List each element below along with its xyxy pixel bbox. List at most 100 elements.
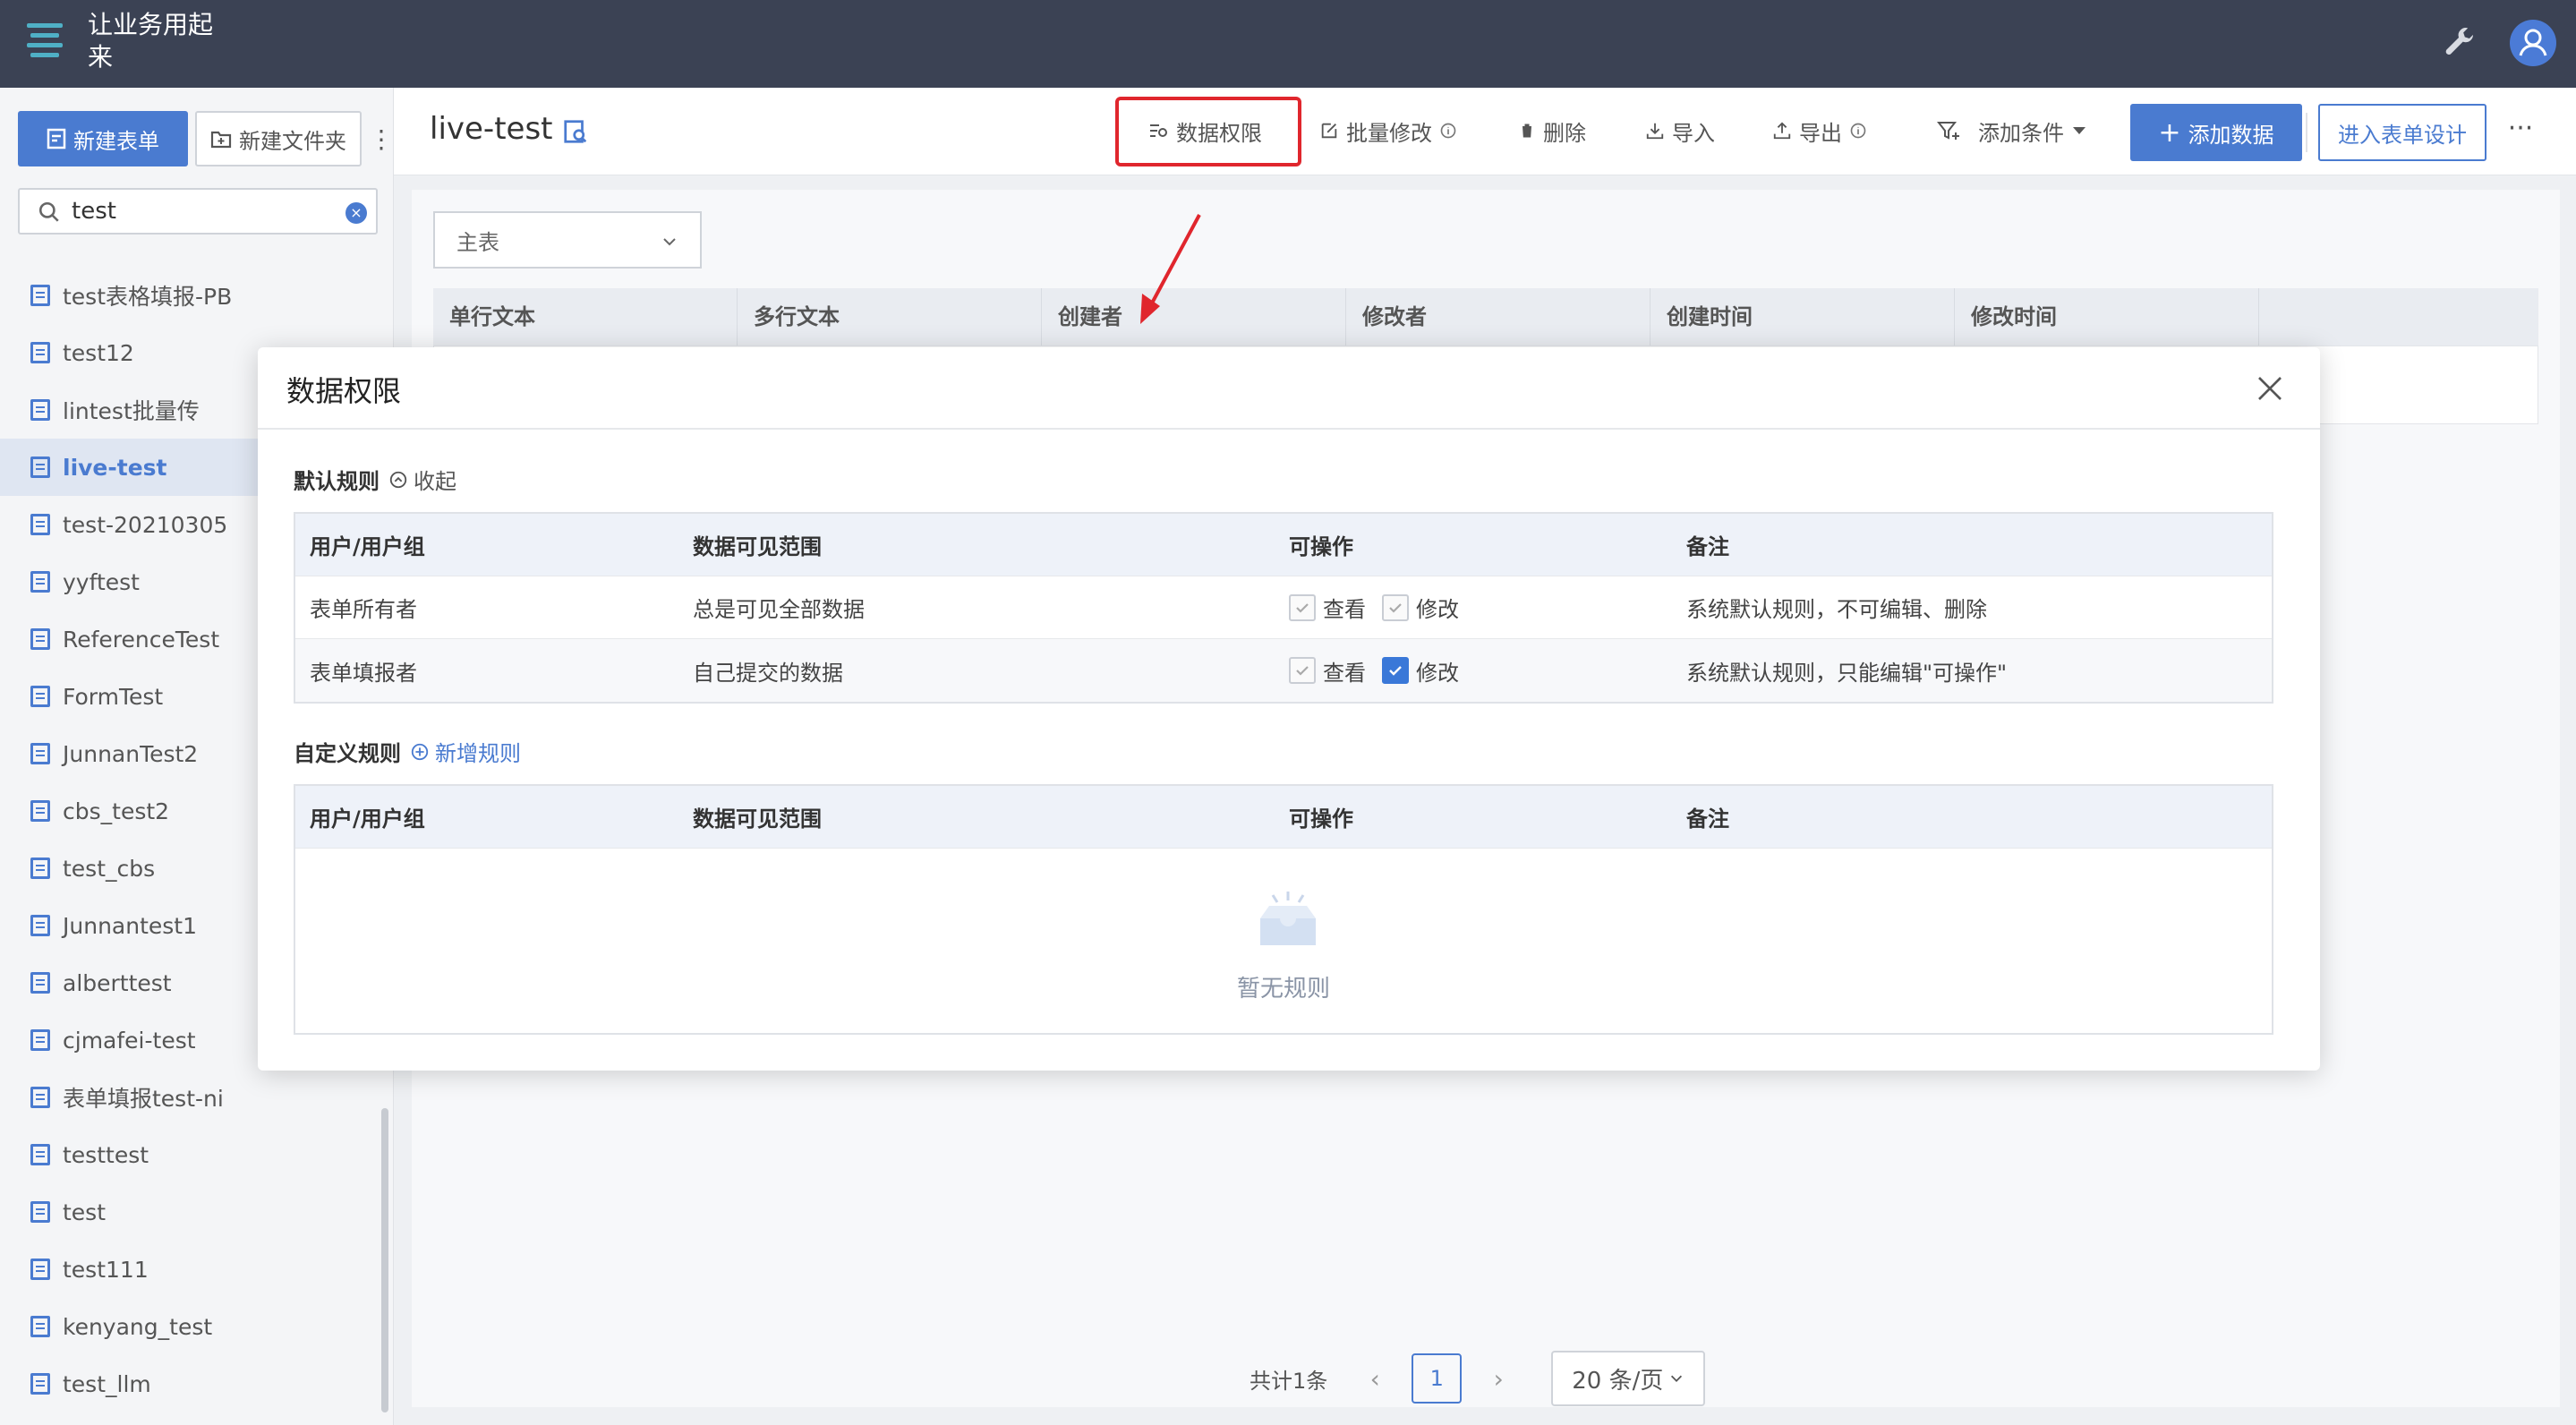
rule-group: 表单所有者: [310, 597, 417, 622]
view-checkbox-disabled: [1289, 593, 1316, 621]
sidebar-item-label: alberttest: [63, 969, 172, 996]
sidebar-item[interactable]: test: [0, 1183, 385, 1241]
custom-rules-section: 自定义规则 新增规则: [294, 736, 521, 767]
form-icon: [30, 1259, 50, 1280]
page-number[interactable]: 1: [1412, 1353, 1463, 1404]
form-icon: [30, 972, 50, 994]
rule-actions: 查看 修改: [1289, 655, 1686, 687]
table-header-row: 用户/用户组 数据可见范围 可操作 备注: [295, 514, 2272, 576]
sidebar-item-label: FormTest: [63, 683, 164, 710]
sidebar-scrollbar[interactable]: [381, 1108, 388, 1412]
column-header[interactable]: 单行文本: [433, 288, 738, 346]
sidebar-item[interactable]: kenyang_test: [0, 1298, 385, 1355]
sidebar-item-label: cbs_test2: [63, 798, 170, 824]
menu-icon[interactable]: [27, 23, 63, 59]
table-row: 表单填报者 自己提交的数据 查看 修改 系统默认规则，只能编辑"可操作": [295, 639, 2272, 702]
add-data-button[interactable]: + 添加数据: [2130, 104, 2302, 161]
folder-add-icon: [210, 131, 232, 149]
column-header: 备注: [1686, 534, 1729, 559]
form-icon: [30, 628, 50, 650]
prev-page-icon[interactable]: ‹: [1352, 1364, 1397, 1394]
close-icon[interactable]: [2256, 374, 2284, 403]
rule-scope: 总是可见全部数据: [693, 597, 865, 622]
sidebar-item[interactable]: 表单填报test-ni: [0, 1069, 385, 1126]
table-select-value: 主表: [456, 229, 499, 255]
add-rule-link[interactable]: 新增规则: [410, 736, 521, 767]
more-vertical-icon[interactable]: ⋮: [369, 124, 394, 156]
sidebar-item[interactable]: test111: [0, 1241, 385, 1298]
sidebar-item-label: live-test: [63, 454, 167, 481]
empty-text: 暂无规则: [1236, 976, 1330, 1003]
plus-circle-icon: [411, 743, 429, 760]
chevron-down-icon: [1671, 1375, 1683, 1382]
new-form-button[interactable]: 新建表单: [18, 111, 188, 166]
check-icon: [1296, 602, 1309, 613]
table-select[interactable]: 主表: [433, 211, 702, 269]
clear-icon[interactable]: ×: [345, 202, 367, 224]
sidebar-item-label: 表单填报test-ni: [63, 1086, 224, 1112]
sidebar-item-label: test_llm: [63, 1370, 151, 1397]
form-icon: [30, 915, 50, 936]
edit-checkbox-disabled: [1382, 593, 1409, 621]
form-view-icon[interactable]: [562, 118, 589, 145]
new-folder-label: 新建文件夹: [239, 128, 346, 154]
add-condition-button[interactable]: 添加条件: [1937, 113, 2087, 149]
export-label: 导出: [1799, 120, 1842, 146]
delete-button[interactable]: 删除: [1518, 113, 1586, 149]
chevron-down-icon: [663, 238, 676, 246]
filter-icon: [1937, 122, 1959, 140]
column-header[interactable]: 修改者: [1346, 288, 1651, 346]
table-row: 表单所有者 总是可见全部数据 查看 修改 系统默认规则，不可编辑、删除: [295, 576, 2272, 639]
rule-actions: 查看 修改: [1289, 592, 1686, 623]
top-bar: 让业务用起来: [0, 0, 2576, 88]
sidebar-item-label: lintest批量传: [63, 398, 200, 424]
red-arrow-annotation: [1140, 214, 1201, 324]
page-title: live-test: [430, 111, 553, 147]
search-input[interactable]: [72, 195, 340, 227]
column-header: 备注: [1686, 806, 1729, 832]
column-header[interactable]: 修改时间: [1955, 288, 2259, 346]
export-button[interactable]: 导出: [1772, 113, 1867, 149]
check-icon: [1389, 666, 1402, 676]
app-title: 让业务用起来: [88, 10, 214, 72]
add-data-label: 添加数据: [2188, 122, 2274, 148]
page-size-select[interactable]: 20 条/页: [1551, 1351, 1706, 1406]
sidebar-item[interactable]: testtest: [0, 1126, 385, 1183]
form-icon: [30, 571, 50, 593]
import-button[interactable]: 导入: [1645, 113, 1715, 149]
check-icon: [1296, 666, 1309, 676]
form-design-button[interactable]: 进入表单设计: [2318, 104, 2486, 161]
delete-label: 删除: [1543, 120, 1586, 146]
form-icon: [30, 1087, 50, 1108]
sidebar-item[interactable]: test_llm: [0, 1355, 385, 1412]
batch-edit-button[interactable]: 批量修改: [1319, 113, 1457, 149]
form-icon: [30, 858, 50, 879]
trash-icon: [1521, 124, 1533, 138]
edit-label: 修改: [1416, 597, 1459, 622]
sidebar-item[interactable]: test表格填报-PB: [0, 267, 385, 324]
edit-checkbox[interactable]: [1382, 657, 1409, 684]
view-checkbox-disabled: [1289, 657, 1316, 684]
custom-rules-table: 用户/用户组 数据可见范围 可操作 备注 暂无规则: [294, 784, 2273, 1035]
default-rules-section: 默认规则 收起: [294, 464, 456, 495]
total-count: 共计1条: [1250, 1368, 1328, 1394]
column-header[interactable]: 多行文本: [738, 288, 1042, 346]
sidebar-item-label: testtest: [63, 1141, 149, 1168]
search-icon: [38, 201, 59, 222]
column-header: 可操作: [1289, 534, 1353, 559]
avatar[interactable]: [2510, 20, 2556, 66]
collapse-link[interactable]: 收起: [388, 464, 456, 495]
next-page-icon[interactable]: ›: [1476, 1364, 1521, 1394]
form-add-icon: [47, 128, 66, 149]
add-rule-label: 新增规则: [435, 741, 521, 766]
form-icon: [30, 285, 50, 306]
wrench-icon[interactable]: [2442, 25, 2478, 61]
pagination: 共计1条 ‹ 1 › 20 条/页: [1250, 1350, 1706, 1407]
column-header: 用户/用户组: [310, 806, 425, 832]
rule-scope: 自己提交的数据: [693, 660, 843, 686]
more-horizontal-icon[interactable]: ···: [2503, 113, 2538, 149]
new-folder-button[interactable]: 新建文件夹: [195, 111, 362, 166]
column-header[interactable]: 创建时间: [1651, 288, 1955, 346]
column-header: 数据可见范围: [693, 534, 822, 559]
default-rules-label: 默认规则: [294, 469, 380, 494]
